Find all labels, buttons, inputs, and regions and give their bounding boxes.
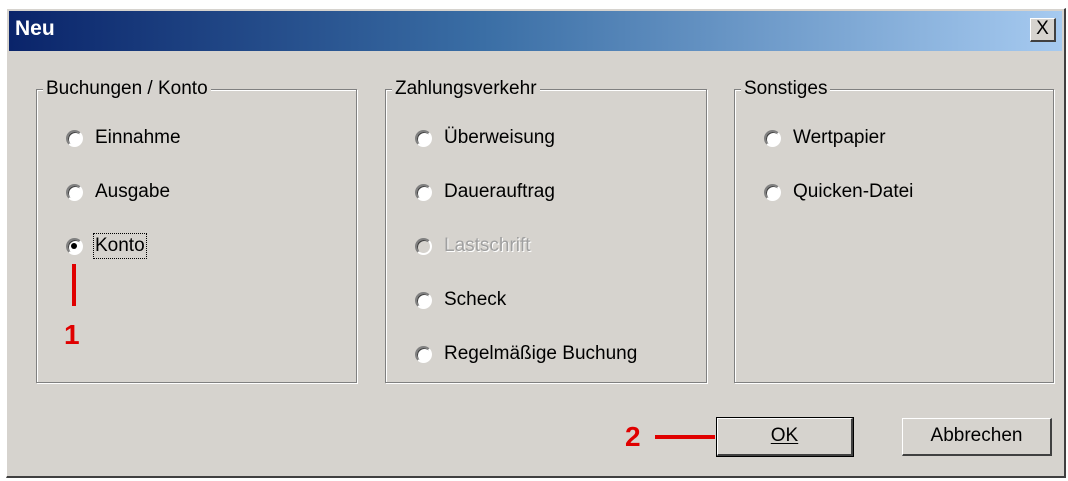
ok-button-label: OK <box>770 425 799 446</box>
radio-button-icon[interactable] <box>415 291 432 309</box>
radio-button-icon[interactable] <box>415 183 432 201</box>
radio-label: Lastschrift <box>444 235 531 256</box>
new-dialog: Neu X Buchungen / Konto Einnahme Ausgabe… <box>6 8 1066 478</box>
group-label: Buchungen / Konto <box>43 78 211 100</box>
radio-label: Konto <box>93 233 147 259</box>
radio-label: Überweisung <box>444 127 555 148</box>
radio-button-icon[interactable] <box>415 129 432 147</box>
radio-label: Quicken-Datei <box>793 181 914 202</box>
radio-label: Dauerauftrag <box>444 181 555 202</box>
group-label: Zahlungsverkehr <box>392 78 540 100</box>
radio-lastschrift: Lastschrift <box>415 235 531 257</box>
cancel-button-label: Abbrechen <box>930 425 1023 446</box>
title-bar[interactable]: Neu X <box>9 11 1062 51</box>
window-title: Neu <box>15 17 55 40</box>
radio-einnahme[interactable]: Einnahme <box>66 127 181 149</box>
radio-label: Ausgabe <box>95 181 171 202</box>
radio-label: Regelmäßige Buchung <box>444 343 638 364</box>
group-zahlungsverkehr: Zahlungsverkehr Überweisung Dauerauftrag… <box>385 78 707 383</box>
close-button[interactable]: X <box>1030 18 1056 42</box>
radio-label: Einnahme <box>95 127 181 148</box>
radio-button-icon[interactable] <box>66 183 83 201</box>
radio-wertpapier[interactable]: Wertpapier <box>764 127 886 149</box>
group-label: Sonstiges <box>741 78 831 100</box>
radio-ausgabe[interactable]: Ausgabe <box>66 181 170 203</box>
radio-button-icon[interactable] <box>415 345 432 363</box>
group-sonstiges: Sonstiges Wertpapier Quicken-Datei <box>734 78 1054 383</box>
cancel-button[interactable]: Abbrechen <box>902 418 1052 456</box>
radio-label: Wertpapier <box>793 127 886 148</box>
radio-label: Scheck <box>444 289 507 310</box>
radio-ueberweisung[interactable]: Überweisung <box>415 127 555 149</box>
annotation-marker-2: 2 <box>625 421 641 452</box>
annotation-marker-1: 1 <box>64 319 80 350</box>
close-icon: X <box>1036 18 1049 39</box>
radio-button-icon[interactable] <box>764 183 781 201</box>
ok-button[interactable]: OK <box>716 417 854 457</box>
radio-button-checked-icon[interactable] <box>66 237 83 255</box>
radio-button-icon[interactable] <box>66 129 83 147</box>
radio-regelmaessige-buchung[interactable]: Regelmäßige Buchung <box>415 343 637 365</box>
radio-konto[interactable]: Konto <box>66 233 147 259</box>
radio-scheck[interactable]: Scheck <box>415 289 506 311</box>
group-buchungen-konto: Buchungen / Konto Einnahme Ausgabe Konto <box>36 78 357 383</box>
radio-quicken-datei[interactable]: Quicken-Datei <box>764 181 913 203</box>
radio-button-disabled-icon <box>415 237 432 255</box>
annotation-line-2 <box>655 435 715 439</box>
radio-button-icon[interactable] <box>764 129 781 147</box>
annotation-line-1 <box>72 264 76 306</box>
radio-dauerauftrag[interactable]: Dauerauftrag <box>415 181 555 203</box>
